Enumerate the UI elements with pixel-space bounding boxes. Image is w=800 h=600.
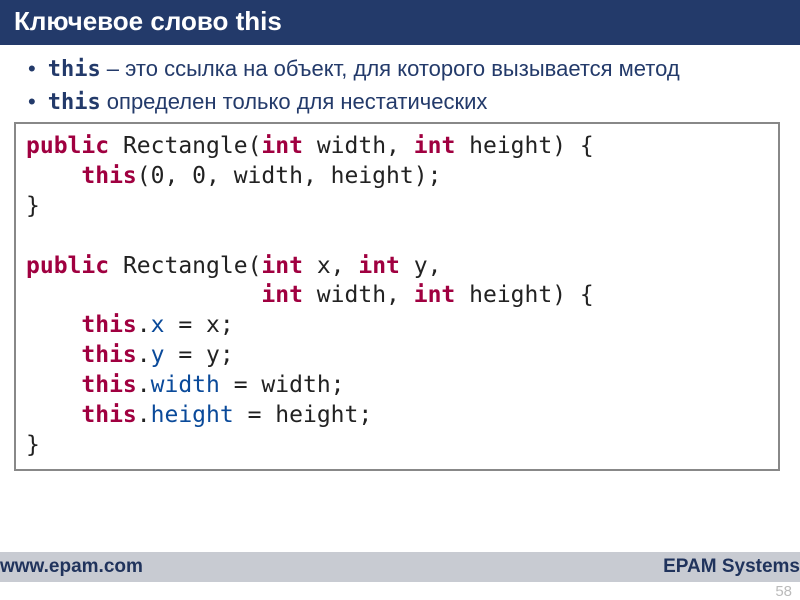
footer-brand: EPAM Systems [663, 556, 800, 578]
bullet-text: this определен только для нестатических [48, 88, 780, 117]
footer-bar: www.epam.com EPAM Systems [0, 552, 800, 582]
bullet-marker: • [28, 55, 36, 84]
footer-url: www.epam.com [0, 556, 143, 578]
bullet-marker: • [28, 88, 36, 117]
bullet-1: • this – это ссылка на объект, для котор… [28, 55, 780, 84]
code-block: public Rectangle(int width, int height) … [14, 122, 780, 471]
keyword-this: this [48, 57, 101, 82]
keyword-this: this [48, 90, 101, 115]
bullet-rest: – это ссылка на объект, для которого выз… [101, 56, 680, 81]
slide-content: • this – это ссылка на объект, для котор… [0, 45, 800, 116]
bullet-rest: определен только для нестатических [101, 89, 488, 114]
bullet-text: this – это ссылка на объект, для которог… [48, 55, 780, 84]
page-number: 58 [775, 583, 792, 600]
slide-title: Ключевое слово this [0, 0, 800, 45]
bullet-2: • this определен только для нестатически… [28, 88, 780, 117]
title-text: Ключевое слово this [14, 6, 282, 36]
